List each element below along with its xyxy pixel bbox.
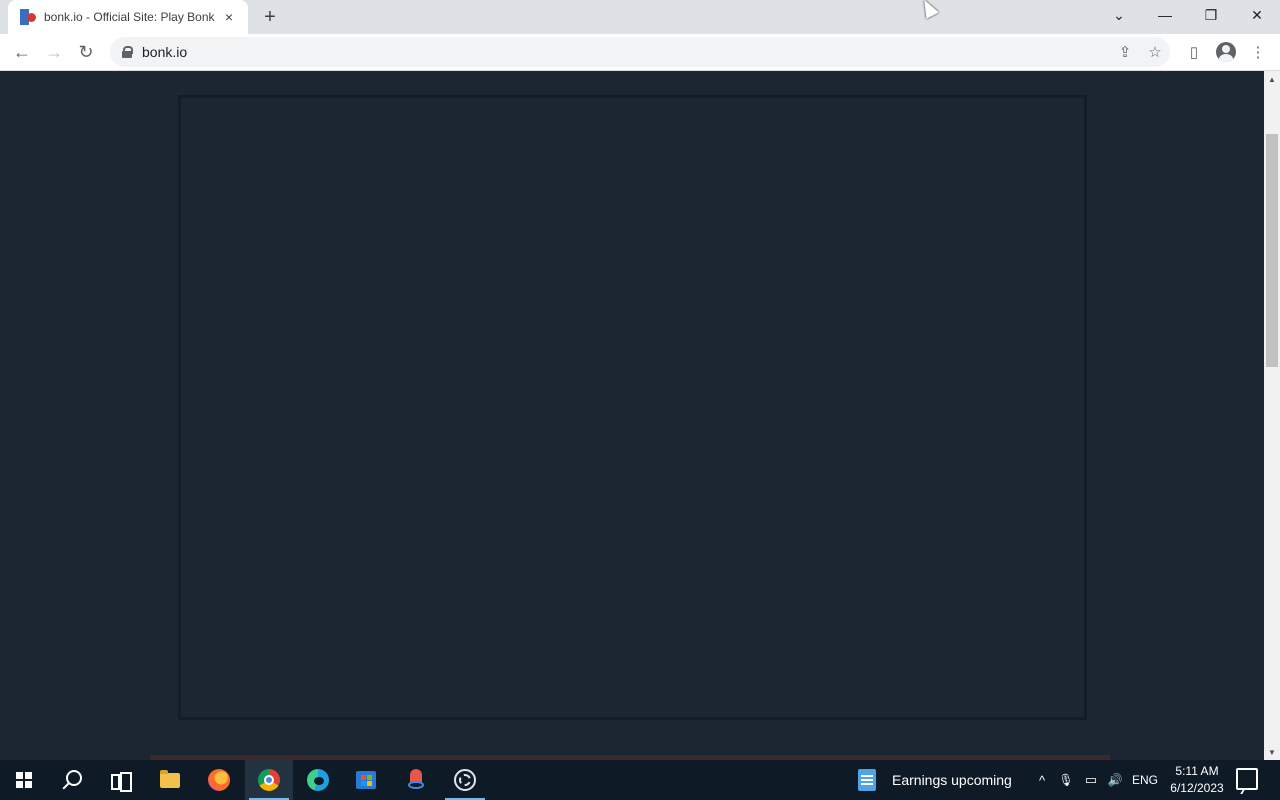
obs-icon — [454, 769, 476, 791]
minimize-icon[interactable]: — — [1142, 0, 1188, 30]
windows-logo-icon — [16, 772, 32, 788]
edge-button[interactable] — [294, 760, 342, 800]
news-widget[interactable]: Earnings upcoming — [858, 760, 1012, 800]
store-button[interactable] — [342, 760, 390, 800]
game-canvas[interactable] — [178, 95, 1087, 720]
vertical-scrollbar[interactable]: ▲ ▼ — [1264, 71, 1280, 760]
browser-toolbar: ← → ↻ bonk.io ⇪ ☆ ▯ ⋮ — [0, 34, 1280, 71]
firefox-icon — [208, 769, 230, 791]
back-icon[interactable]: ← — [8, 38, 36, 66]
tab-close-icon[interactable]: × — [220, 8, 238, 26]
volume-icon[interactable]: 🔊 — [1104, 760, 1126, 800]
file-explorer-icon — [160, 769, 180, 788]
window-close-icon[interactable]: ✕ — [1234, 0, 1280, 30]
tray-chevron-icon[interactable]: ^ — [1032, 760, 1052, 800]
bookmark-star-icon[interactable]: ☆ — [1140, 37, 1170, 67]
side-panel-icon[interactable]: ▯ — [1180, 38, 1208, 66]
news-document-icon — [858, 769, 876, 791]
clock-time: 5:11 AM — [1175, 764, 1219, 778]
chrome-menu-icon[interactable]: ⋮ — [1244, 38, 1272, 66]
tab-search-icon[interactable]: ⌄ — [1096, 0, 1142, 30]
snipping-tool-button[interactable] — [392, 760, 440, 800]
task-view-icon — [111, 772, 132, 792]
system-clock[interactable]: 5:11 AM 6/12/2023 — [1164, 763, 1230, 797]
lock-icon[interactable] — [122, 46, 133, 58]
news-label: Earnings upcoming — [892, 772, 1012, 788]
scroll-down-icon[interactable]: ▼ — [1264, 744, 1280, 760]
reload-icon[interactable]: ↻ — [72, 38, 100, 66]
scroll-thumb[interactable] — [1266, 134, 1278, 367]
tab-title: bonk.io - Official Site: Play Bonk — [44, 10, 215, 24]
microphone-icon[interactable]: 🎙 — [1056, 760, 1076, 800]
chrome-taskbar-button[interactable] — [245, 760, 293, 800]
input-language[interactable]: ENG — [1128, 760, 1162, 800]
file-explorer-button[interactable] — [146, 760, 194, 800]
search-icon — [66, 770, 82, 786]
network-icon[interactable]: ▭ — [1080, 760, 1102, 800]
profile-button[interactable] — [1212, 38, 1240, 66]
forward-icon[interactable]: → — [40, 38, 68, 66]
windows-taskbar: Earnings upcoming ^ 🎙 ▭ 🔊 ENG 5:11 AM 6/… — [0, 760, 1280, 800]
edge-icon — [307, 769, 329, 791]
snipping-tool-icon — [406, 769, 426, 791]
notification-center-icon[interactable] — [1236, 768, 1258, 790]
start-button[interactable] — [0, 760, 48, 800]
address-bar[interactable]: bonk.io ⇪ ☆ — [110, 37, 1170, 67]
tab-strip: bonk.io - Official Site: Play Bonk × + ⌄… — [0, 0, 1280, 34]
bonk-favicon-icon — [20, 9, 36, 25]
microsoft-store-icon — [356, 771, 376, 789]
obs-button[interactable] — [441, 760, 489, 800]
new-tab-button[interactable]: + — [258, 5, 282, 29]
restore-icon[interactable]: ❐ — [1188, 0, 1234, 30]
clock-date: 6/12/2023 — [1170, 781, 1224, 795]
firefox-button[interactable] — [195, 760, 243, 800]
page-viewport — [0, 71, 1264, 760]
address-url[interactable]: bonk.io — [142, 44, 1110, 60]
profile-avatar-icon — [1216, 42, 1236, 62]
scroll-up-icon[interactable]: ▲ — [1264, 71, 1280, 87]
chrome-icon — [258, 769, 280, 791]
tab-bonk[interactable]: bonk.io - Official Site: Play Bonk × — [8, 0, 248, 34]
task-view-button[interactable] — [96, 760, 144, 800]
share-icon[interactable]: ⇪ — [1110, 37, 1140, 67]
search-button[interactable] — [48, 760, 96, 800]
